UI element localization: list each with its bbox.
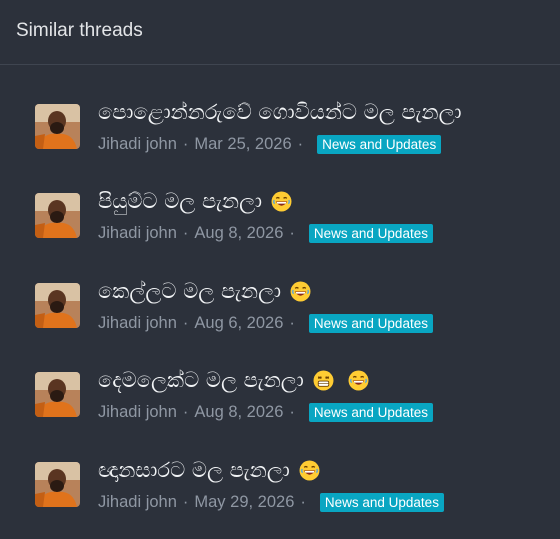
- thread-date: Aug 8, 2026: [194, 403, 284, 421]
- thread-title-link[interactable]: දෙමලෙක්ට මල පැනලා: [98, 368, 369, 393]
- author-link[interactable]: Jihadi john: [98, 403, 177, 422]
- avatar[interactable]: [35, 462, 80, 507]
- author-link[interactable]: Jihadi john: [98, 314, 177, 333]
- laughing-face-icon: [271, 191, 292, 212]
- meta-separator: ·: [289, 314, 295, 332]
- thread-title[interactable]: ඥානසාරට මල පැනලා: [98, 458, 290, 483]
- thread-title-link[interactable]: කෙල්ලට මල පැනලා: [98, 279, 311, 304]
- thread-item[interactable]: දෙමලෙක්ට මල පැනලා Jihadi john · Aug 8, 2…: [35, 368, 555, 430]
- meta-separator: ·: [182, 403, 189, 421]
- avatar[interactable]: [35, 104, 80, 149]
- meta-separator: ·: [289, 403, 295, 421]
- laughing-face-icon: [290, 281, 311, 302]
- category-badge[interactable]: News and Updates: [308, 224, 433, 243]
- avatar[interactable]: [35, 372, 80, 417]
- category-badge[interactable]: News and Updates: [308, 314, 433, 333]
- author-link[interactable]: Jihadi john: [98, 135, 177, 154]
- author-link[interactable]: Jihadi john: [98, 493, 177, 512]
- laughing-face-icon: [299, 460, 320, 481]
- category-badge[interactable]: News and Updates: [319, 493, 444, 512]
- thread-item[interactable]: ඥානසාරට මල පැනලා Jihadi john · May 29, 2…: [35, 458, 555, 520]
- thread-title-link[interactable]: පියුම්ට මල පැනලා: [98, 189, 292, 214]
- thread-meta: Jihadi john · Aug 6, 2026 · News and Upd…: [98, 314, 433, 333]
- thread-item[interactable]: කෙල්ලට මල පැනලා Jihadi john · Aug 6, 202…: [35, 279, 555, 341]
- meta-separator: ·: [300, 493, 306, 511]
- thread-date: Mar 25, 2026: [194, 135, 292, 153]
- thread-item[interactable]: පියුම්ට මල පැනලා Jihadi john · Aug 8, 20…: [35, 189, 555, 251]
- thread-title-link[interactable]: පොළොන්නරුවේ ගොවියන්ට මල පැනලා: [98, 100, 462, 125]
- thread-meta: Jihadi john · Aug 8, 2026 · News and Upd…: [98, 224, 433, 243]
- meta-separator: ·: [182, 135, 189, 153]
- thread-title[interactable]: කෙල්ලට මල පැනලා: [98, 279, 281, 304]
- thread-date: Aug 6, 2026: [194, 314, 284, 332]
- laughing-face-icon: [348, 370, 369, 391]
- thread-meta: Jihadi john · Mar 25, 2026 · News and Up…: [98, 135, 442, 154]
- thread-title[interactable]: දෙමලෙක්ට මල පැනලා: [98, 368, 304, 393]
- similar-threads-header: Similar threads: [0, 0, 560, 65]
- category-badge[interactable]: News and Updates: [308, 403, 433, 422]
- category-badge[interactable]: News and Updates: [317, 135, 442, 154]
- thread-date: Aug 8, 2026: [194, 224, 284, 242]
- meta-separator: ·: [182, 314, 189, 332]
- thread-meta: Jihadi john · May 29, 2026 · News and Up…: [98, 493, 444, 512]
- thread-item[interactable]: පොළොන්නරුවේ ගොවියන්ට මල පැනලා Jihadi joh…: [35, 100, 555, 162]
- meta-separator: ·: [182, 224, 189, 242]
- meta-separator: ·: [289, 224, 295, 242]
- thread-title-link[interactable]: ඥානසාරට මල පැනලා: [98, 458, 320, 483]
- thread-title[interactable]: පොළොන්නරුවේ ගොවියන්ට මල පැනලා: [98, 100, 462, 125]
- meta-separator: ·: [182, 493, 189, 511]
- avatar[interactable]: [35, 283, 80, 328]
- avatar[interactable]: [35, 193, 80, 238]
- meta-separator: ·: [297, 135, 304, 153]
- thread-title[interactable]: පියුම්ට මල පැනලා: [98, 189, 262, 214]
- thread-date: May 29, 2026: [194, 493, 295, 511]
- grinning-face-icon: [313, 370, 334, 391]
- section-title: Similar threads: [16, 20, 143, 41]
- thread-meta: Jihadi john · Aug 8, 2026 · News and Upd…: [98, 403, 433, 422]
- author-link[interactable]: Jihadi john: [98, 224, 177, 243]
